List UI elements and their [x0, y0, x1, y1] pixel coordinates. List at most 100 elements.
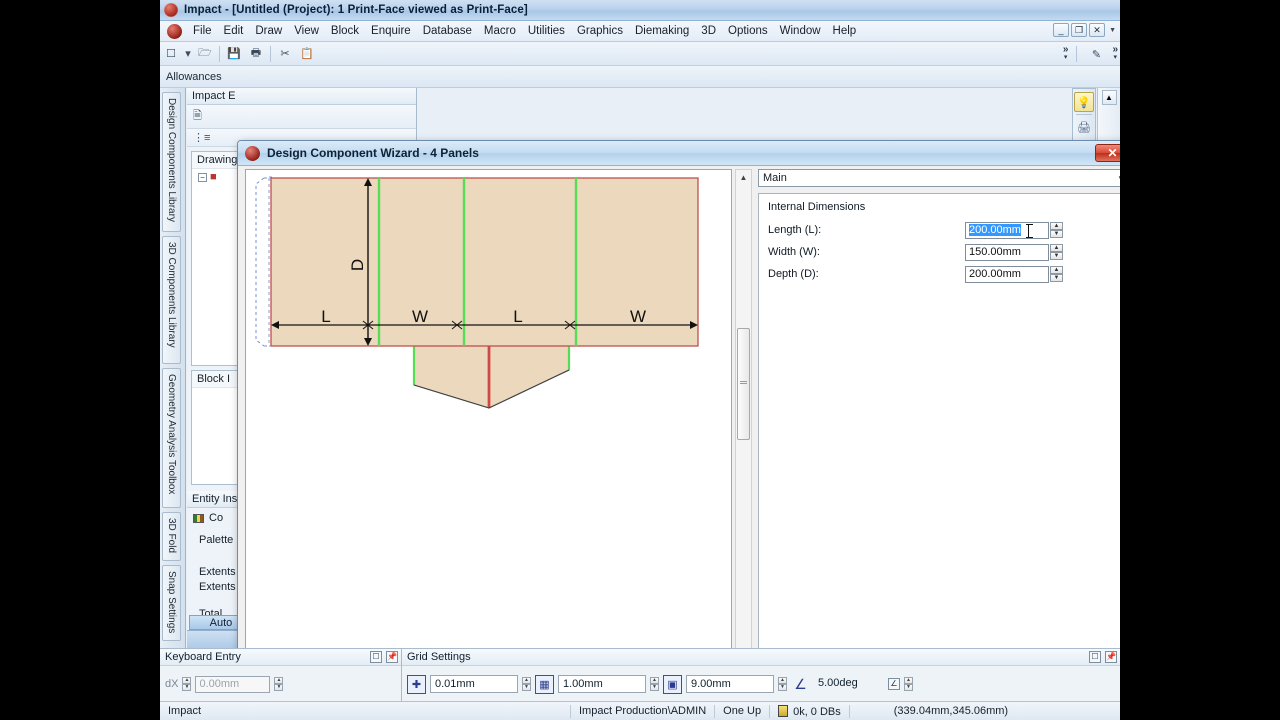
dx-axis-down[interactable]: ▼ — [182, 684, 192, 691]
angle-up[interactable]: ▲ — [904, 677, 913, 684]
grid-spacing-up[interactable]: ▲ — [650, 677, 659, 684]
angle-icon[interactable]: ∠ — [791, 675, 810, 694]
sidebar-tab-geometry-analysis-toolbox[interactable]: Geometry Analysis Toolbox — [162, 368, 181, 508]
sidebar-tab-3d-components-library[interactable]: 3D Components Library — [162, 236, 181, 364]
length-spin-up[interactable]: ▲ — [1050, 222, 1063, 230]
cut-icon[interactable]: ✂ — [275, 44, 295, 64]
menu-view[interactable]: View — [288, 23, 325, 39]
minimize-button[interactable]: _ — [1053, 23, 1070, 37]
pin-icon[interactable]: 📌 — [386, 651, 398, 663]
length-label: Length (L): — [768, 224, 822, 236]
restore-button[interactable]: ❐ — [1071, 23, 1088, 37]
menu-enquire[interactable]: Enquire — [365, 23, 417, 39]
depth-spin-up[interactable]: ▲ — [1050, 266, 1063, 274]
grid-icon[interactable]: ▦ — [535, 674, 554, 694]
preview-vertical-scrollbar[interactable]: ▲ ▼ — [735, 169, 752, 687]
snap-distance-stepper[interactable]: ▲ ▼ — [522, 677, 531, 691]
menu-window[interactable]: Window — [774, 23, 827, 39]
menu-help[interactable]: Help — [827, 23, 863, 39]
menu-file[interactable]: File — [187, 23, 218, 39]
new-dropdown-caret-icon[interactable]: ▾ — [183, 44, 193, 64]
width-input[interactable]: 150.00mm — [965, 243, 1049, 261]
box-grid-down[interactable]: ▼ — [778, 684, 787, 691]
toolbar-chevron-icon-2[interactable]: » ▾ — [1112, 45, 1118, 62]
explorer-refresh-icon[interactable]: 🗎 — [193, 107, 202, 126]
grid-spacing-stepper[interactable]: ▲ ▼ — [650, 677, 659, 691]
length-input[interactable]: 200.00mm — [965, 221, 1049, 239]
angle-stepper[interactable]: ▲ ▼ — [904, 677, 913, 691]
dx-axis-up[interactable]: ▲ — [182, 677, 192, 684]
length-spin-buttons[interactable]: ▲ ▼ — [1050, 222, 1063, 238]
menu-options[interactable]: Options — [722, 23, 774, 39]
property-row-length: Length (L): 200.00mm ▲ ▼ — [768, 219, 1120, 241]
toolbar-chevron-icon[interactable]: » ▾ — [1063, 45, 1069, 62]
menu-diemaking[interactable]: Diemaking — [629, 23, 695, 39]
copy-icon[interactable]: 📋 — [297, 44, 317, 64]
section-selector-dropdown[interactable]: Main ▼ — [758, 169, 1120, 187]
explorer-sort-icon[interactable]: ⋮≡ — [193, 131, 210, 144]
menu-3d[interactable]: 3D — [695, 23, 722, 39]
restore-icon[interactable]: ☐ — [370, 651, 382, 663]
print-icon[interactable]: 🖶 — [246, 44, 266, 64]
box-grid-icon[interactable]: ▣ — [663, 674, 682, 694]
pen-tool-icon[interactable]: ✎ — [1086, 44, 1106, 64]
angle-lock-icon[interactable]: ∠ — [888, 678, 900, 690]
snap-distance-input[interactable]: 0.01mm — [430, 675, 518, 693]
menu-database[interactable]: Database — [417, 23, 478, 39]
angle-down[interactable]: ▼ — [904, 684, 913, 691]
print-area-icon[interactable]: 🖨 — [1074, 117, 1094, 137]
scroll-up-arrow-icon[interactable]: ▲ — [1101, 90, 1117, 105]
scroll-up-arrow-icon[interactable]: ▲ — [736, 170, 751, 184]
pin-icon[interactable]: 📌 — [1105, 651, 1117, 663]
open-document-icon[interactable]: 🗁 — [195, 44, 215, 64]
angle-input[interactable]: 5.00deg — [814, 675, 884, 693]
box-grid-input[interactable]: 9.00mm — [686, 675, 774, 693]
depth-spin-down[interactable]: ▼ — [1050, 274, 1063, 282]
snap-grid-icon[interactable]: ✚ — [407, 674, 426, 694]
dx-value-up[interactable]: ▲ — [274, 677, 284, 684]
width-stepper[interactable]: 150.00mm ▲ ▼ — [965, 243, 1063, 261]
sidebar-tab-snap-settings[interactable]: Snap Settings — [162, 565, 181, 641]
snap-distance-down[interactable]: ▼ — [522, 684, 531, 691]
width-spin-up[interactable]: ▲ — [1050, 244, 1063, 252]
dx-input[interactable]: 0.00mm — [195, 675, 271, 693]
box-grid-up[interactable]: ▲ — [778, 677, 787, 684]
dialog-close-button[interactable]: ✕ — [1095, 144, 1120, 162]
restore-icon[interactable]: ☐ — [1089, 651, 1101, 663]
save-icon[interactable]: 💾 — [224, 44, 244, 64]
grid-spacing-down[interactable]: ▼ — [650, 684, 659, 691]
allowances-label: Allowances — [166, 70, 222, 83]
depth-spin-buttons[interactable]: ▲ ▼ — [1050, 266, 1063, 282]
status-bar: Impact Impact Production\ADMIN One Up 0k… — [160, 701, 1120, 720]
width-spin-down[interactable]: ▼ — [1050, 252, 1063, 260]
grid-spacing-input[interactable]: 1.00mm — [558, 675, 646, 693]
length-spin-down[interactable]: ▼ — [1050, 230, 1063, 238]
menu-app-icon[interactable] — [167, 23, 182, 39]
menu-graphics[interactable]: Graphics — [571, 23, 629, 39]
new-document-icon[interactable]: ☐ — [161, 44, 181, 64]
dx-value-stepper[interactable]: ▲ ▼ — [274, 677, 284, 691]
grid-settings-header-buttons: ☐ 📌 — [1089, 651, 1117, 663]
width-spin-buttons[interactable]: ▲ ▼ — [1050, 244, 1063, 260]
menu-draw[interactable]: Draw — [249, 23, 288, 39]
preview-canvas[interactable]: D L W L W — [245, 169, 732, 687]
snap-distance-up[interactable]: ▲ — [522, 677, 531, 684]
menu-block[interactable]: Block — [325, 23, 365, 39]
box-grid-stepper[interactable]: ▲ ▼ — [778, 677, 787, 691]
depth-stepper[interactable]: 200.00mm ▲ ▼ — [965, 265, 1063, 283]
lightbulb-icon[interactable]: 💡 — [1074, 92, 1094, 112]
depth-input[interactable]: 200.00mm — [965, 265, 1049, 283]
scrollbar-thumb[interactable] — [737, 328, 750, 440]
sidebar-tab-design-components-library[interactable]: Design Components Library — [162, 92, 181, 232]
section-selector-value: Main — [763, 172, 787, 184]
sidebar-tab-3d-fold[interactable]: 3D Fold — [162, 512, 181, 561]
menu-macro[interactable]: Macro — [478, 23, 522, 39]
tree-expander-icon[interactable]: − — [198, 172, 207, 182]
dx-value-down[interactable]: ▼ — [274, 684, 284, 691]
dx-axis-stepper[interactable]: ▲ ▼ — [182, 677, 192, 691]
close-button[interactable]: ✕ — [1089, 23, 1106, 37]
menu-utilities[interactable]: Utilities — [522, 23, 571, 39]
length-stepper[interactable]: 200.00mm ▲ ▼ — [965, 221, 1063, 239]
menu-edit[interactable]: Edit — [218, 23, 250, 39]
menu-overflow-caret-icon[interactable]: ▼ — [1109, 27, 1116, 34]
